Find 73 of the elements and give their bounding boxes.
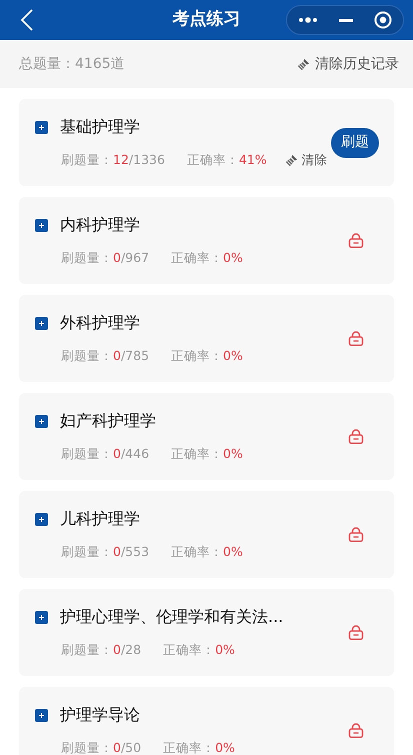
lock-icon — [348, 233, 364, 248]
more-icon[interactable] — [298, 17, 318, 23]
subject-card[interactable]: 内科护理学 刷题量：0/967 正确率：0% — [19, 197, 394, 284]
lock-icon — [348, 527, 364, 542]
accuracy-label: 正确率： — [186, 151, 239, 170]
accuracy-value: 0% — [223, 347, 243, 366]
clear-link[interactable]: 清除 — [302, 151, 328, 170]
accuracy-label: 正确率： — [171, 543, 224, 562]
count-label: 刷题量： — [61, 249, 113, 268]
accuracy-value: 0% — [223, 249, 243, 268]
page-title: 考点练习 — [172, 8, 240, 32]
plus-icon — [35, 708, 48, 722]
done-count: 0 — [113, 347, 121, 366]
close-icon[interactable] — [374, 11, 392, 29]
plus-icon — [35, 414, 48, 428]
subject-title: 内科护理学 — [60, 214, 140, 236]
subject-card[interactable]: 基础护理学 刷题量：12/1336 正确率：41% 清除 刷题 — [19, 99, 394, 186]
subject-card[interactable]: 护理学导论 刷题量：0/50 正确率：0% — [19, 687, 394, 755]
plus-icon — [35, 512, 48, 526]
subject-title: 妇产科护理学 — [60, 410, 156, 432]
subject-card[interactable]: 外科护理学 刷题量：0/785 正确率：0% — [19, 295, 394, 382]
subject-card[interactable]: 儿科护理学 刷题量：0/553 正确率：0% — [19, 491, 394, 578]
subject-card[interactable]: 妇产科护理学 刷题量：0/446 正确率：0% — [19, 393, 394, 480]
subject-title: 儿科护理学 — [60, 508, 140, 530]
minimize-icon[interactable] — [338, 18, 353, 22]
back-icon[interactable] — [20, 9, 34, 31]
count-label: 刷题量： — [61, 543, 113, 562]
clear-history-link[interactable]: 清除历史记录 — [315, 54, 399, 74]
total-count: /967 — [120, 249, 150, 268]
total-count: /446 — [120, 445, 150, 464]
lock-icon — [348, 429, 364, 444]
lock-icon — [348, 331, 364, 346]
plus-icon — [35, 120, 48, 134]
done-count: 0 — [113, 641, 121, 660]
subject-card[interactable]: 护理心理学、伦理学和有关法... 刷题量：0/28 正确率：0% — [19, 589, 394, 676]
practice-button[interactable]: 刷题 — [331, 128, 379, 158]
broom-icon — [297, 58, 310, 70]
broom-icon — [284, 154, 298, 167]
accuracy-value: 41% — [238, 151, 267, 170]
total-count: /1336 — [128, 151, 165, 170]
accuracy-value: 0% — [223, 543, 243, 562]
count-label: 刷题量： — [61, 445, 113, 464]
accuracy-value: 0% — [215, 641, 235, 660]
lock-icon — [348, 625, 364, 640]
total-count: /785 — [120, 347, 150, 366]
accuracy-label: 正确率： — [163, 739, 216, 755]
done-count: 0 — [113, 249, 121, 268]
done-count: 12 — [113, 151, 129, 170]
subject-title: 护理心理学、伦理学和有关法... — [60, 606, 284, 628]
plus-icon — [35, 316, 48, 330]
accuracy-label: 正确率： — [171, 347, 224, 366]
done-count: 0 — [113, 739, 121, 755]
count-label: 刷题量： — [61, 641, 113, 660]
total-questions: 总题量：4165道 — [19, 54, 125, 74]
plus-icon — [35, 610, 48, 624]
total-count: /28 — [120, 641, 142, 660]
count-label: 刷题量： — [61, 347, 113, 366]
count-label: 刷题量： — [61, 151, 113, 170]
count-label: 刷题量： — [61, 739, 113, 755]
accuracy-value: 0% — [223, 445, 243, 464]
done-count: 0 — [113, 445, 121, 464]
lock-icon — [348, 723, 364, 738]
total-count: /50 — [120, 739, 142, 755]
subject-title: 基础护理学 — [60, 116, 140, 138]
accuracy-label: 正确率： — [171, 249, 224, 268]
subject-title: 护理学导论 — [60, 704, 140, 726]
accuracy-label: 正确率： — [171, 445, 224, 464]
total-count: /553 — [120, 543, 150, 562]
accuracy-value: 0% — [215, 739, 235, 755]
done-count: 0 — [113, 543, 121, 562]
accuracy-label: 正确率： — [163, 641, 216, 660]
plus-icon — [35, 218, 48, 232]
subject-title: 外科护理学 — [60, 312, 140, 334]
